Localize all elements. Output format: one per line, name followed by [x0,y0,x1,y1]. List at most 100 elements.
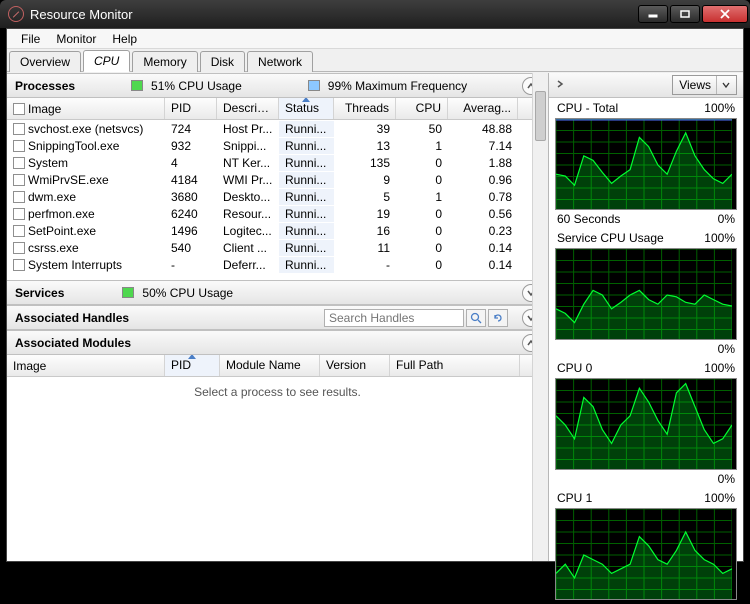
chart-title: CPU - Total [557,101,618,115]
tab-cpu[interactable]: CPU [83,50,130,72]
chart-max: 100% [704,231,735,245]
checkbox[interactable] [13,259,25,271]
processes-header[interactable]: Processes 51% CPU Usage 99% Maximum Freq… [7,73,548,98]
chart-block: CPU - Total100%60 Seconds0% [549,98,743,228]
tab-network[interactable]: Network [247,51,313,72]
chart-min: 0% [718,212,735,226]
col-image[interactable]: Image [7,98,165,119]
chart-min: 0% [718,472,735,486]
chart-max: 100% [704,101,735,115]
col-full-path[interactable]: Full Path [390,355,520,376]
col-threads[interactable]: Threads [334,98,396,119]
window-title: Resource Monitor [30,7,133,22]
processes-body: svchost.exe (netsvcs)724Host Pr...Runni.… [7,120,548,280]
views-button[interactable]: Views [672,75,737,95]
table-row[interactable]: perfmon.exe6240Resour...Runni...1900.56 [7,205,548,222]
checkbox[interactable] [13,242,25,254]
menubar: File Monitor Help [7,29,743,49]
cell-pid: 6240 [165,206,217,222]
cell-threads: 9 [334,172,396,188]
checkbox[interactable] [13,157,25,169]
section-title: Associated Handles [15,311,129,325]
chart-max: 100% [704,491,735,505]
cell-threads: 5 [334,189,396,205]
cell-status: Runni... [279,155,334,171]
scrollbar[interactable] [532,73,548,561]
cell-cpu: 0 [396,206,448,222]
tab-overview[interactable]: Overview [9,51,81,72]
cell-threads: 16 [334,223,396,239]
sort-asc-icon [188,355,196,359]
checkbox[interactable] [13,208,25,220]
maximize-button[interactable] [670,5,700,23]
handles-header[interactable]: Associated Handles [7,305,548,330]
cell-image: svchost.exe (netsvcs) [28,122,143,136]
cell-avg: 48.88 [448,121,518,137]
cell-desc: Logitec... [217,223,279,239]
col-pid[interactable]: PID [165,98,217,119]
col-module-name[interactable]: Module Name [220,355,320,376]
checkbox[interactable] [13,225,25,237]
table-row[interactable]: WmiPrvSE.exe4184WMI Pr...Runni...900.96 [7,171,548,188]
table-row[interactable]: SnippingTool.exe932Snippi...Runni...1317… [7,137,548,154]
cell-status: Runni... [279,257,334,273]
cell-desc: Deskto... [217,189,279,205]
cell-desc: NT Ker... [217,155,279,171]
col-pid[interactable]: PID [165,355,220,376]
cell-status: Runni... [279,223,334,239]
tab-disk[interactable]: Disk [200,51,245,72]
table-row[interactable]: dwm.exe3680Deskto...Runni...510.78 [7,188,548,205]
col-cpu[interactable]: CPU [396,98,448,119]
chart [555,248,737,340]
menu-monitor[interactable]: Monitor [48,30,104,48]
cell-pid: 3680 [165,189,217,205]
titlebar[interactable]: Resource Monitor [0,0,750,28]
cpu-swatch-icon [122,287,134,298]
checkbox[interactable] [13,191,25,203]
cpu-usage-label: 51% CPU Usage [151,79,242,93]
modules-empty-msg: Select a process to see results. [7,377,548,407]
col-average[interactable]: Averag... [448,98,518,119]
checkbox[interactable] [13,174,25,186]
cell-cpu: 0 [396,155,448,171]
collapse-right-icon[interactable] [555,78,565,92]
cell-status: Runni... [279,189,334,205]
col-version[interactable]: Version [320,355,390,376]
table-row[interactable]: csrss.exe540Client ...Runni...1100.14 [7,239,548,256]
table-row[interactable]: System4NT Ker...Runni...13501.88 [7,154,548,171]
chart [555,378,737,470]
modules-header[interactable]: Associated Modules [7,330,548,355]
cell-pid: 724 [165,121,217,137]
table-row[interactable]: svchost.exe (netsvcs)724Host Pr...Runni.… [7,120,548,137]
refresh-icon[interactable] [488,309,508,327]
chart-block: CPU 0100%0% [549,358,743,488]
search-icon[interactable] [466,309,486,327]
cell-threads: 135 [334,155,396,171]
cell-desc: WMI Pr... [217,172,279,188]
checkbox[interactable] [13,140,25,152]
minimize-button[interactable] [638,5,668,23]
right-toolbar: Views [549,73,743,98]
window: Resource Monitor File Monitor Help Overv… [0,0,750,568]
col-status[interactable]: Status [279,98,334,119]
cell-threads: 13 [334,138,396,154]
checkbox[interactable] [13,123,25,135]
cell-pid: 1496 [165,223,217,239]
chart-title: CPU 0 [557,361,592,375]
processes-columns: Image PID Descrip... Status Threads CPU … [7,98,548,120]
cell-image: WmiPrvSE.exe [28,173,109,187]
checkbox[interactable] [13,103,25,115]
table-row[interactable]: System Interrupts-Deferr...Runni...-00.1… [7,256,548,273]
scrollbar-thumb[interactable] [535,91,546,141]
services-header[interactable]: Services 50% CPU Usage [7,280,548,305]
col-description[interactable]: Descrip... [217,98,279,119]
search-handles-input[interactable] [324,309,464,327]
table-row[interactable]: SetPoint.exe1496Logitec...Runni...1600.2… [7,222,548,239]
menu-file[interactable]: File [13,30,48,48]
section-title: Associated Modules [15,336,131,350]
menu-help[interactable]: Help [104,30,145,48]
col-image[interactable]: Image [7,355,165,376]
tab-memory[interactable]: Memory [132,51,197,72]
cell-status: Runni... [279,240,334,256]
close-button[interactable] [702,5,748,23]
